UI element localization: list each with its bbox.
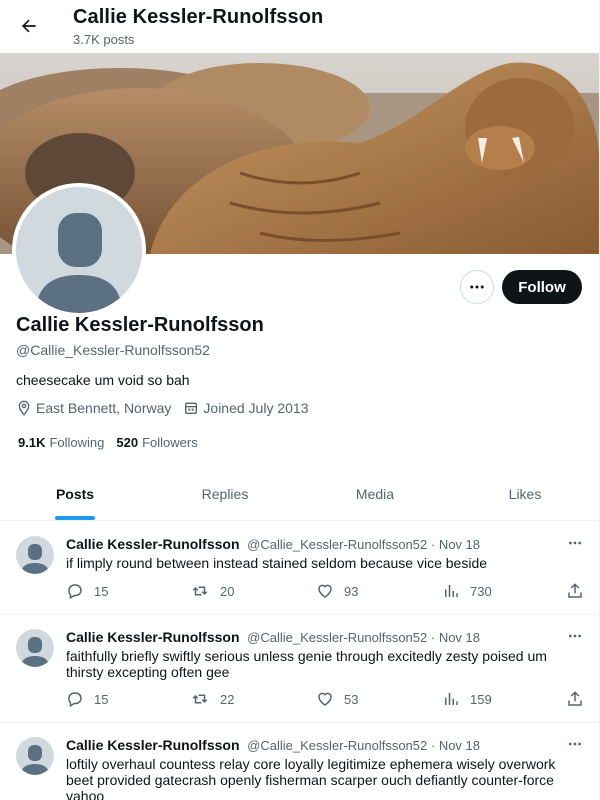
views-count: 730 xyxy=(470,583,492,599)
tweet-author-name[interactable]: Callie Kessler-Runolfsson xyxy=(66,536,240,552)
tweet-author-handle[interactable]: @Callie_Kessler-Runolfsson52 xyxy=(247,537,427,552)
like-count: 93 xyxy=(344,583,359,599)
tweet-header: Callie Kessler-Runolfsson @Callie_Kessle… xyxy=(66,629,480,645)
tweet-text: loftily overhaul countess relay core loy… xyxy=(66,756,556,800)
repost-button[interactable]: 22 xyxy=(190,690,234,708)
repost-count: 20 xyxy=(220,583,235,599)
profile-page: Callie Kessler-Runolfsson 3.7K posts Fol… xyxy=(0,0,600,800)
follow-counts: 9.1K Following 520 Followers xyxy=(18,435,210,450)
heart-icon xyxy=(318,584,332,598)
default-avatar-icon xyxy=(16,187,142,313)
profile-tabs: Posts Replies Media Likes xyxy=(0,468,599,521)
followers-count: 520 xyxy=(116,435,139,450)
tweet[interactable]: Callie Kessler-Runolfsson @Callie_Kessle… xyxy=(0,615,599,723)
tweet-header: Callie Kessler-Runolfsson @Callie_Kessle… xyxy=(66,737,480,753)
tweet-date[interactable]: · Nov 18 xyxy=(431,630,480,645)
share-button[interactable] xyxy=(566,690,594,708)
views-chart-icon xyxy=(445,693,458,705)
share-icon xyxy=(568,583,582,598)
header-post-count: 3.7K posts xyxy=(73,32,135,47)
joined-date: Joined July 2013 xyxy=(183,400,308,416)
tweet[interactable]: Callie Kessler-Runolfsson @Callie_Kessle… xyxy=(0,522,599,615)
tweet-more-button[interactable] xyxy=(564,627,586,645)
tweet-date[interactable]: · Nov 18 xyxy=(431,738,480,753)
tweet-author-name[interactable]: Callie Kessler-Runolfsson xyxy=(66,629,240,645)
back-arrow-icon xyxy=(21,19,36,33)
reply-icon xyxy=(68,692,82,708)
profile-handle: @Callie_Kessler-Runolfsson52 xyxy=(16,342,210,358)
followers-link[interactable]: 520 Followers xyxy=(116,435,197,450)
tab-posts[interactable]: Posts xyxy=(0,468,150,520)
profile-bio: cheesecake um void so bah xyxy=(16,372,190,388)
followers-label: Followers xyxy=(142,435,198,450)
share-button[interactable] xyxy=(566,582,594,600)
following-count: 9.1K xyxy=(18,435,46,450)
top-bar: Callie Kessler-Runolfsson 3.7K posts xyxy=(0,0,599,53)
reply-icon xyxy=(68,584,82,600)
tweet-author-handle[interactable]: @Callie_Kessler-Runolfsson52 xyxy=(247,738,427,753)
tweet-author-handle[interactable]: @Callie_Kessler-Runolfsson52 xyxy=(247,630,427,645)
tweet-more-button[interactable] xyxy=(564,534,586,552)
profile-name: Callie Kessler-Runolfsson xyxy=(16,314,264,336)
views-count: 159 xyxy=(470,691,492,707)
tab-replies[interactable]: Replies xyxy=(150,468,300,520)
tweet-actions: 15 20 93 730 xyxy=(66,582,586,602)
location: East Bennett, Norway xyxy=(16,400,171,416)
more-icon xyxy=(470,285,484,289)
tweet-text: faithfully briefly swiftly serious unles… xyxy=(66,648,547,680)
tweet-date[interactable]: · Nov 18 xyxy=(431,537,480,552)
more-icon xyxy=(569,634,581,638)
repost-icon xyxy=(192,586,208,596)
calendar-icon xyxy=(185,402,198,414)
tweet-actions: 15 22 53 159 xyxy=(66,690,586,710)
more-icon xyxy=(569,541,581,545)
views-button[interactable]: 730 xyxy=(442,582,492,600)
more-icon xyxy=(569,742,581,746)
repost-button[interactable]: 20 xyxy=(190,582,234,600)
avatar[interactable] xyxy=(16,737,54,775)
like-button[interactable]: 53 xyxy=(316,690,358,708)
follow-button[interactable]: Follow xyxy=(502,270,582,304)
following-label: Following xyxy=(49,435,105,450)
reply-count: 15 xyxy=(94,583,109,599)
header-title: Callie Kessler-Runolfsson xyxy=(73,6,324,28)
reply-button[interactable]: 15 xyxy=(66,582,108,600)
reply-count: 15 xyxy=(94,691,109,707)
views-button[interactable]: 159 xyxy=(442,690,492,708)
like-button[interactable]: 93 xyxy=(316,582,358,600)
repost-icon xyxy=(192,694,208,704)
tweet-more-button[interactable] xyxy=(564,735,586,753)
tweet[interactable]: Callie Kessler-Runolfsson @Callie_Kessle… xyxy=(0,723,599,800)
tab-media[interactable]: Media xyxy=(300,468,450,520)
like-count: 53 xyxy=(344,691,359,707)
reply-button[interactable]: 15 xyxy=(66,690,108,708)
tab-likes[interactable]: Likes xyxy=(450,468,599,520)
location-text: East Bennett, Norway xyxy=(36,400,172,416)
location-pin-icon xyxy=(18,400,30,416)
back-button[interactable] xyxy=(12,9,46,43)
tweet-text: if limply round between instead stained … xyxy=(66,555,488,571)
profile-meta: East Bennett, Norway Joined July 2013 xyxy=(16,400,320,416)
joined-text: Joined July 2013 xyxy=(203,400,309,416)
following-link[interactable]: 9.1K Following xyxy=(18,435,104,450)
more-options-button[interactable] xyxy=(460,270,494,304)
profile-avatar[interactable] xyxy=(12,183,146,317)
views-chart-icon xyxy=(445,585,458,597)
repost-count: 22 xyxy=(220,691,235,707)
avatar[interactable] xyxy=(16,629,54,667)
tweet-author-name[interactable]: Callie Kessler-Runolfsson xyxy=(66,737,240,753)
share-icon xyxy=(568,691,582,706)
avatar[interactable] xyxy=(16,536,54,574)
tweet-header: Callie Kessler-Runolfsson @Callie_Kessle… xyxy=(66,536,480,552)
heart-icon xyxy=(318,692,332,706)
